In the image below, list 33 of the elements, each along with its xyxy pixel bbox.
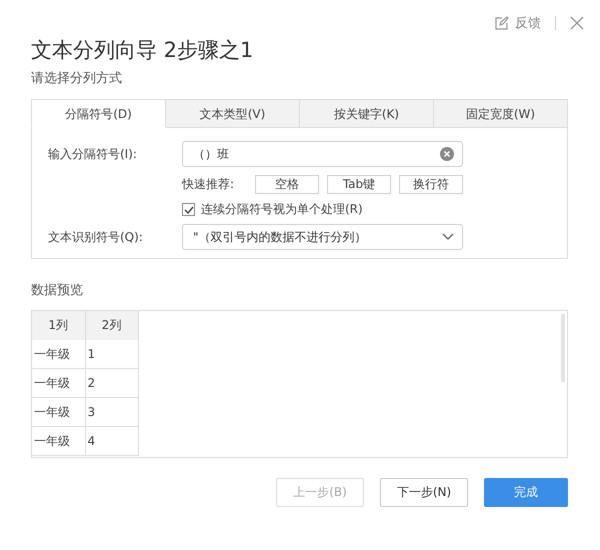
table-cell: 1 <box>85 340 138 368</box>
edit-icon[interactable] <box>494 16 509 30</box>
table-cell: 一年级 <box>32 368 85 398</box>
qualifier-dropdown[interactable]: "（双引号内的数据不进行分列） <box>182 224 463 250</box>
table-cell: 2 <box>85 368 138 398</box>
tab[interactable]: 按关键字(K) <box>300 99 434 128</box>
table-cell: 一年级 <box>32 340 85 368</box>
table-cell: 一年级 <box>32 426 85 456</box>
checkbox-label[interactable]: 连续分隔符号视为单个处理(R) <box>201 201 363 218</box>
field-label: 文本识别符号(Q): <box>48 228 144 246</box>
clear-icon[interactable] <box>440 147 454 161</box>
checkbox[interactable] <box>182 203 195 216</box>
close-icon[interactable] <box>570 16 584 30</box>
quick-option-button[interactable]: 空格 <box>255 175 319 194</box>
table-cell: 一年级 <box>32 398 85 426</box>
field-label: 输入分隔符号(I): <box>48 146 138 162</box>
column-header: 2列 <box>85 311 138 340</box>
dialog-title: 文本分列向导 2步骤之1 <box>31 37 254 64</box>
quick-label: 快速推荐: <box>182 176 236 193</box>
tab[interactable]: 分隔符号(D) <box>31 99 166 128</box>
delimiter-field[interactable]: （）班 <box>182 141 463 167</box>
section-label: 数据预览 <box>31 282 84 300</box>
step-button[interactable]: 下一步(N) <box>380 478 468 507</box>
column-header: 1列 <box>32 311 85 340</box>
table-cell: 4 <box>85 426 138 456</box>
chevron-down-icon <box>442 233 454 241</box>
quick-option-button[interactable]: 换行符 <box>399 175 463 194</box>
feedback-link[interactable]: 反馈 <box>515 14 541 32</box>
quick-option-button[interactable]: Tab键 <box>327 175 391 194</box>
tab[interactable]: 文本类型(V) <box>166 99 300 128</box>
section-label: 请选择分列方式 <box>31 70 123 88</box>
tab[interactable]: 固定宽度(W) <box>434 99 568 128</box>
table-cell: 3 <box>85 398 138 426</box>
